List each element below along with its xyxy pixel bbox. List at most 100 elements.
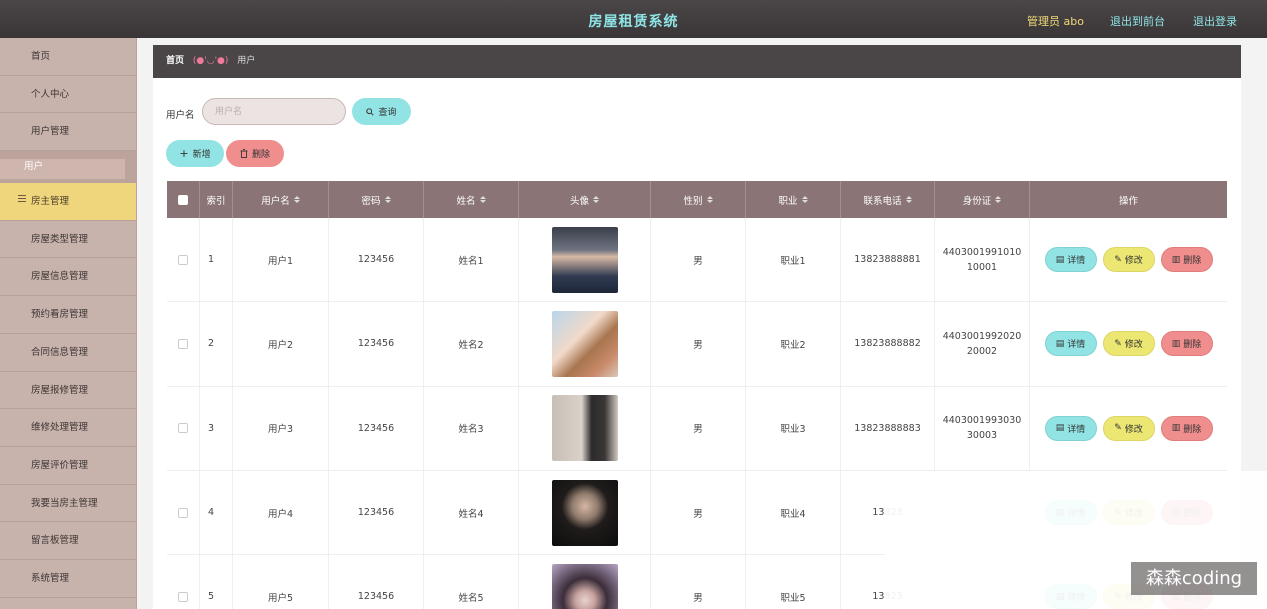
cell-index: 2: [200, 302, 233, 386]
row-checkbox[interactable]: [178, 338, 188, 349]
breadcrumb-home[interactable]: 首页: [166, 56, 184, 66]
query-button-label: 查询: [378, 108, 397, 118]
search-label: 用户名: [166, 110, 195, 121]
row-select-cell[interactable]: [167, 218, 200, 302]
row-select-cell[interactable]: [167, 386, 200, 470]
delete-button[interactable]: ▥删除: [1160, 247, 1213, 273]
cell-username: 用户2: [233, 302, 329, 386]
table-row[interactable]: 3 用户3 123456 姓名3 男职业3 13823888883 440300199303…: [167, 386, 1227, 471]
idcard-value: 440300199303030003: [942, 415, 1022, 442]
delete-button[interactable]: ▥删除: [1160, 331, 1213, 357]
avatar[interactable]: [551, 563, 618, 609]
add-button[interactable]: + 新增: [166, 140, 224, 167]
avatar[interactable]: [551, 310, 618, 377]
cell-index: 4: [200, 470, 233, 555]
col-job[interactable]: 职业: [746, 181, 841, 218]
col-gender[interactable]: 性别: [651, 181, 746, 218]
submenu-highlight: [0, 159, 125, 180]
col-password[interactable]: 密码: [329, 181, 424, 218]
search-icon: [366, 107, 375, 116]
row-checkbox[interactable]: [178, 423, 188, 434]
sidebar-item-home[interactable]: 首页: [0, 38, 136, 76]
trash-icon: ▥: [1171, 338, 1181, 349]
col-name[interactable]: 姓名: [424, 181, 519, 218]
detail-button[interactable]: ▤详情: [1044, 415, 1097, 441]
edit-button[interactable]: ✎修改: [1102, 415, 1155, 441]
avatar[interactable]: [551, 226, 618, 293]
sidebar-item-label: 系统管理: [31, 572, 70, 584]
col-header-label: 身份证: [962, 195, 992, 207]
sidebar: 首页 个人中心 用户管理 用户 房主管理 房屋类型管理 房屋信息管理 预约看房管…: [0, 38, 137, 609]
sidebar-item-label: 房屋报修管理: [31, 384, 89, 396]
sidebar-item-house-type[interactable]: 房屋类型管理: [0, 221, 136, 259]
col-header-label: 密码: [361, 195, 381, 207]
row-checkbox[interactable]: [178, 591, 188, 602]
select-all-cell[interactable]: [167, 181, 200, 218]
edit-icon: ✎: [1114, 338, 1122, 349]
col-header-label: 联系电话: [863, 195, 902, 207]
query-button[interactable]: 查询: [352, 98, 411, 125]
row-select-cell[interactable]: [167, 555, 200, 609]
edit-button[interactable]: ✎修改: [1102, 331, 1155, 357]
avatar[interactable]: [551, 395, 618, 462]
sidebar-item-message-board[interactable]: 留言板管理: [0, 522, 136, 560]
sort-icon[interactable]: [995, 196, 1002, 203]
select-all-checkbox[interactable]: [178, 194, 188, 205]
row-select-cell[interactable]: [167, 302, 200, 386]
row-checkbox[interactable]: [178, 254, 188, 265]
table-row[interactable]: 1 用户1 123456 姓名1 男职业1 13823888881 440300199101…: [167, 218, 1227, 303]
sidebar-item-repair-handling[interactable]: 维修处理管理: [0, 409, 136, 447]
cell-avatar: [519, 555, 651, 609]
logout-link[interactable]: 退出登录: [1193, 13, 1237, 29]
sidebar-item-label: 留言板管理: [31, 535, 79, 547]
avatar[interactable]: [551, 479, 618, 546]
sidebar-item-label: 房屋评价管理: [31, 459, 89, 471]
edit-label: 修改: [1124, 256, 1143, 267]
sidebar-item-viewing-booking[interactable]: 预约看房管理: [0, 296, 136, 334]
sort-icon[interactable]: [479, 196, 486, 203]
sort-icon[interactable]: [593, 196, 599, 203]
sidebar-item-label: 个人中心: [31, 88, 70, 100]
edit-button[interactable]: ✎修改: [1102, 247, 1155, 273]
sidebar-item-house-review[interactable]: 房屋评价管理: [0, 447, 136, 485]
sort-icon[interactable]: [706, 196, 713, 203]
row-select-cell[interactable]: [167, 470, 200, 555]
sidebar-item-profile[interactable]: 个人中心: [0, 76, 136, 114]
cell-username: 用户3: [233, 386, 329, 470]
sidebar-item-system[interactable]: 系统管理: [0, 560, 136, 598]
sidebar-item-user-management[interactable]: 用户管理: [0, 113, 136, 152]
watermark: 森森coding: [1131, 562, 1257, 595]
sidebar-item-contract[interactable]: 合同信息管理: [0, 334, 136, 372]
col-phone[interactable]: 联系电话: [841, 181, 935, 218]
detail-label: 详情: [1067, 340, 1086, 351]
table-row[interactable]: 2 用户2 123456 姓名2 男职业2 13823888882 440300199202…: [167, 302, 1227, 387]
sidebar-item-become-landlord[interactable]: 我要当房主管理: [0, 485, 136, 523]
sort-icon[interactable]: [905, 196, 912, 203]
cell-index: 3: [200, 386, 233, 470]
col-idcard[interactable]: 身份证: [935, 181, 1030, 218]
sidebar-item-landlord-management[interactable]: 房主管理: [0, 183, 136, 221]
batch-delete-button[interactable]: 删除: [226, 140, 284, 167]
exit-to-front-link[interactable]: 退出到前台: [1110, 13, 1165, 29]
sidebar-subitem-user[interactable]: 用户: [0, 151, 136, 184]
sidebar-item-house-info[interactable]: 房屋信息管理: [0, 258, 136, 297]
detail-icon: ▤: [1055, 254, 1065, 265]
sort-icon[interactable]: [801, 196, 808, 203]
menu-icon: [18, 195, 26, 203]
sort-icon[interactable]: [293, 196, 300, 203]
row-checkbox[interactable]: [178, 507, 188, 518]
detail-button[interactable]: ▤详情: [1044, 331, 1097, 357]
sidebar-item-repair-request[interactable]: 房屋报修管理: [0, 372, 136, 410]
col-avatar[interactable]: 头像: [519, 181, 651, 218]
sort-icon[interactable]: [384, 196, 391, 203]
delete-label: 删除: [1183, 424, 1202, 435]
col-username[interactable]: 用户名: [233, 181, 329, 218]
search-input[interactable]: [202, 98, 346, 125]
detail-button[interactable]: ▤详情: [1044, 247, 1097, 273]
top-header: 房屋租赁系统 管理员 abo 退出到前台 退出登录: [0, 0, 1267, 38]
col-header-label: 用户名: [261, 195, 290, 207]
cell-actions: ▤详情 ✎修改 ▥删除: [1030, 387, 1227, 470]
cell-idcard: 440300199101010001: [935, 218, 1030, 302]
breadcrumb-current: 用户: [237, 56, 256, 66]
delete-button[interactable]: ▥删除: [1160, 415, 1213, 441]
